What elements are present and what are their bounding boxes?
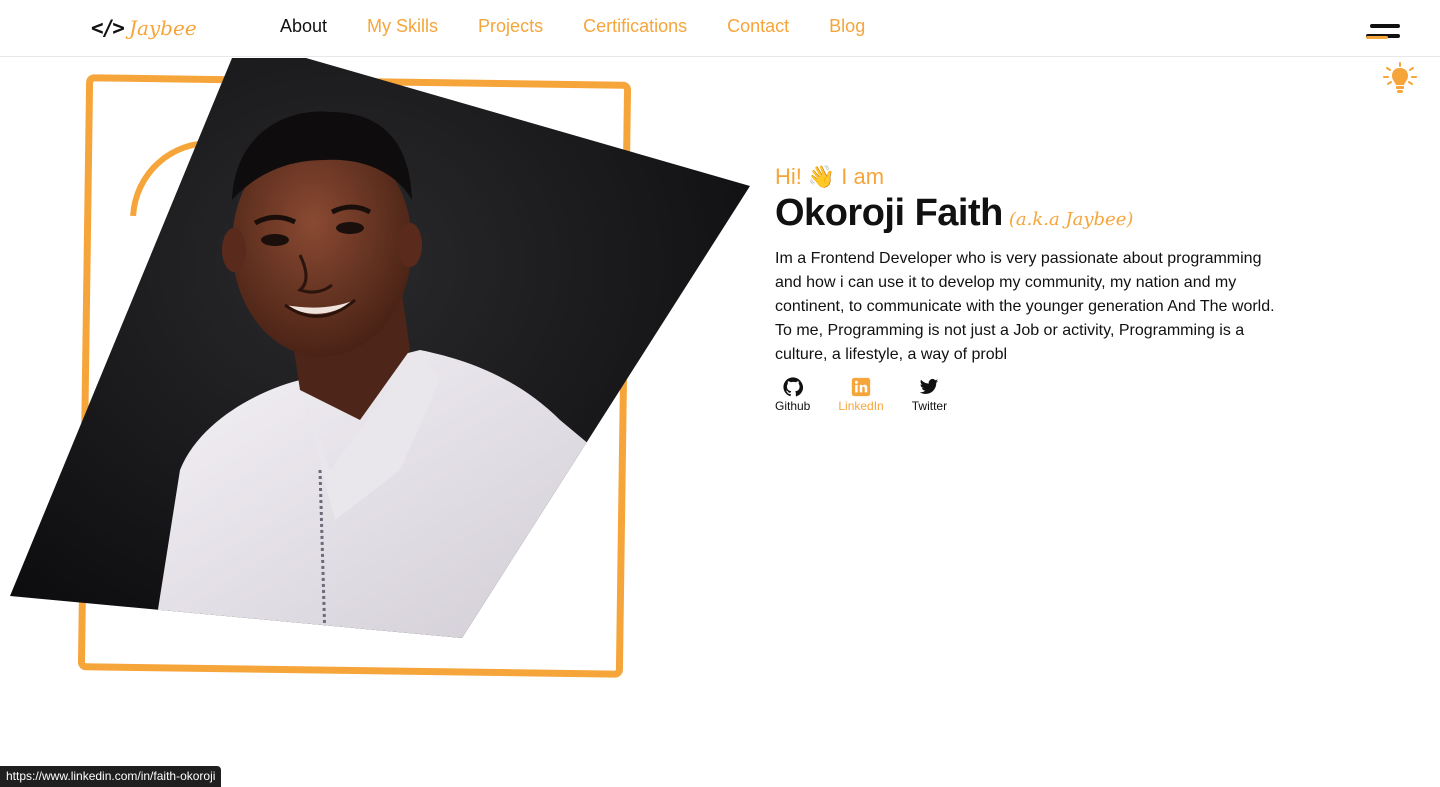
navbar: </> Jaybee About My Skills Projects Cert… xyxy=(0,0,1440,57)
profile-photo xyxy=(10,58,750,638)
twitter-label: Twitter xyxy=(911,399,948,413)
greeting-tail: I am xyxy=(841,164,885,189)
twitter-icon xyxy=(920,379,939,394)
github-link[interactable]: Github xyxy=(775,377,810,413)
status-bar-url: https://www.linkedin.com/in/faith-okoroj… xyxy=(0,766,222,787)
nav-link-contact[interactable]: Contact xyxy=(727,16,789,37)
nav-link-about[interactable]: About xyxy=(280,16,327,37)
github-icon xyxy=(783,377,803,397)
nav-link-my-skills[interactable]: My Skills xyxy=(367,16,438,37)
github-label: Github xyxy=(775,399,811,413)
photo-content xyxy=(10,58,750,638)
hamburger-menu-icon[interactable] xyxy=(1366,22,1400,44)
linkedin-label: LinkedIn xyxy=(838,399,884,413)
waving-hand-icon: 👋 xyxy=(807,164,836,189)
nickname: (a.k.a Jaybee) xyxy=(1008,209,1134,230)
social-links: Github LinkedIn Twitter xyxy=(775,377,1295,413)
menu-bar-accent xyxy=(1366,36,1388,39)
lightbulb-svg xyxy=(1383,62,1417,93)
twitter-link[interactable]: Twitter xyxy=(912,377,947,413)
logo[interactable]: </> Jaybee xyxy=(91,14,197,42)
menu-bar-top xyxy=(1370,24,1400,28)
linkedin-link[interactable]: LinkedIn xyxy=(838,377,884,413)
code-icon: </> xyxy=(91,16,125,40)
lightbulb-icon[interactable] xyxy=(1382,62,1418,96)
nav-link-projects[interactable]: Projects xyxy=(478,16,543,37)
greeting: Hi! 👋 I am xyxy=(775,164,1295,190)
bio-text: Im a Frontend Developer who is very pass… xyxy=(775,250,1275,363)
name-row: Okoroji Faith (a.k.a Jaybee) xyxy=(775,192,1295,235)
full-name: Okoroji Faith xyxy=(775,192,1003,234)
logo-text: Jaybee xyxy=(128,16,197,40)
greeting-hi: Hi! xyxy=(775,164,802,189)
nav-link-certifications[interactable]: Certifications xyxy=(583,16,687,37)
nav-links: About My Skills Projects Certifications … xyxy=(280,16,865,37)
intro-section: Hi! 👋 I am Okoroji Faith (a.k.a Jaybee) … xyxy=(775,164,1295,413)
nav-link-blog[interactable]: Blog xyxy=(829,16,865,37)
linkedin-icon xyxy=(851,377,871,397)
